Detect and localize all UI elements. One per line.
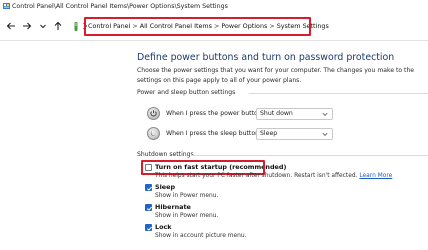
sleep-button-action-select[interactable]: Sleep bbox=[256, 128, 333, 140]
fast-startup-description-text: This helps start your PC faster after sh… bbox=[155, 173, 358, 179]
select-value: Sleep bbox=[260, 130, 278, 137]
chevron-down-icon bbox=[322, 132, 328, 136]
lock-checkbox[interactable] bbox=[145, 224, 153, 231]
hibernate-option-label: Hibernate bbox=[155, 203, 191, 211]
sleep-option-label: Sleep bbox=[155, 183, 176, 191]
power-section-label: Power and sleep button settings bbox=[137, 89, 236, 96]
back-button[interactable] bbox=[4, 19, 18, 33]
sleep-checkbox[interactable] bbox=[145, 184, 153, 191]
window-title: Control Panel\All Control Panel Items\Po… bbox=[12, 3, 228, 10]
sleep-option-description: Show in Power menu. bbox=[155, 193, 219, 199]
checkmark-icon bbox=[146, 186, 153, 191]
forward-button[interactable] bbox=[20, 19, 34, 33]
recent-locations-button[interactable] bbox=[36, 19, 50, 33]
hibernate-checkbox[interactable] bbox=[145, 204, 153, 211]
hibernate-option-description: Show in Power menu. bbox=[155, 213, 219, 219]
learn-more-link[interactable]: Learn More bbox=[359, 173, 392, 179]
forward-arrow-icon bbox=[23, 22, 32, 30]
chevron-down-icon bbox=[322, 112, 328, 116]
select-value: Shut down bbox=[260, 110, 293, 117]
address-bar: Control Panel > All Control Panel Items > Po… bbox=[0, 13, 428, 41]
control-panel-icon bbox=[74, 22, 78, 31]
lock-option-description: Show in account picture menu. bbox=[155, 233, 247, 239]
up-arrow-icon bbox=[54, 21, 62, 30]
section-divider bbox=[249, 93, 428, 94]
left-pane bbox=[0, 41, 121, 250]
breadcrumb-highlight-box bbox=[84, 17, 311, 36]
page-description: Choose the power settings that you want … bbox=[137, 67, 415, 84]
lock-option-label: Lock bbox=[155, 223, 172, 231]
checkmark-icon bbox=[146, 206, 153, 211]
control-panel-icon bbox=[3, 3, 10, 9]
section-divider bbox=[191, 155, 428, 156]
power-button-label: When I press the power button: bbox=[166, 110, 264, 117]
chevron-down-icon bbox=[40, 24, 46, 29]
page-title: Define power buttons and turn on passwor… bbox=[137, 52, 395, 63]
shutdown-section-label: Shutdown settings bbox=[137, 151, 194, 158]
fast-startup-description: This helps start your PC faster after sh… bbox=[155, 173, 392, 179]
back-arrow-icon bbox=[6, 22, 15, 30]
sleep-button-icon bbox=[147, 127, 160, 140]
power-button-action-select[interactable]: Shut down bbox=[256, 108, 333, 120]
checkmark-icon bbox=[146, 226, 153, 231]
power-button-icon bbox=[147, 107, 160, 120]
title-bar: Control Panel\All Control Panel Items\Po… bbox=[0, 0, 428, 13]
sleep-button-label: When I press the sleep button: bbox=[166, 130, 262, 137]
main-content: Define power buttons and turn on passwor… bbox=[137, 41, 428, 250]
up-button[interactable] bbox=[51, 19, 65, 33]
